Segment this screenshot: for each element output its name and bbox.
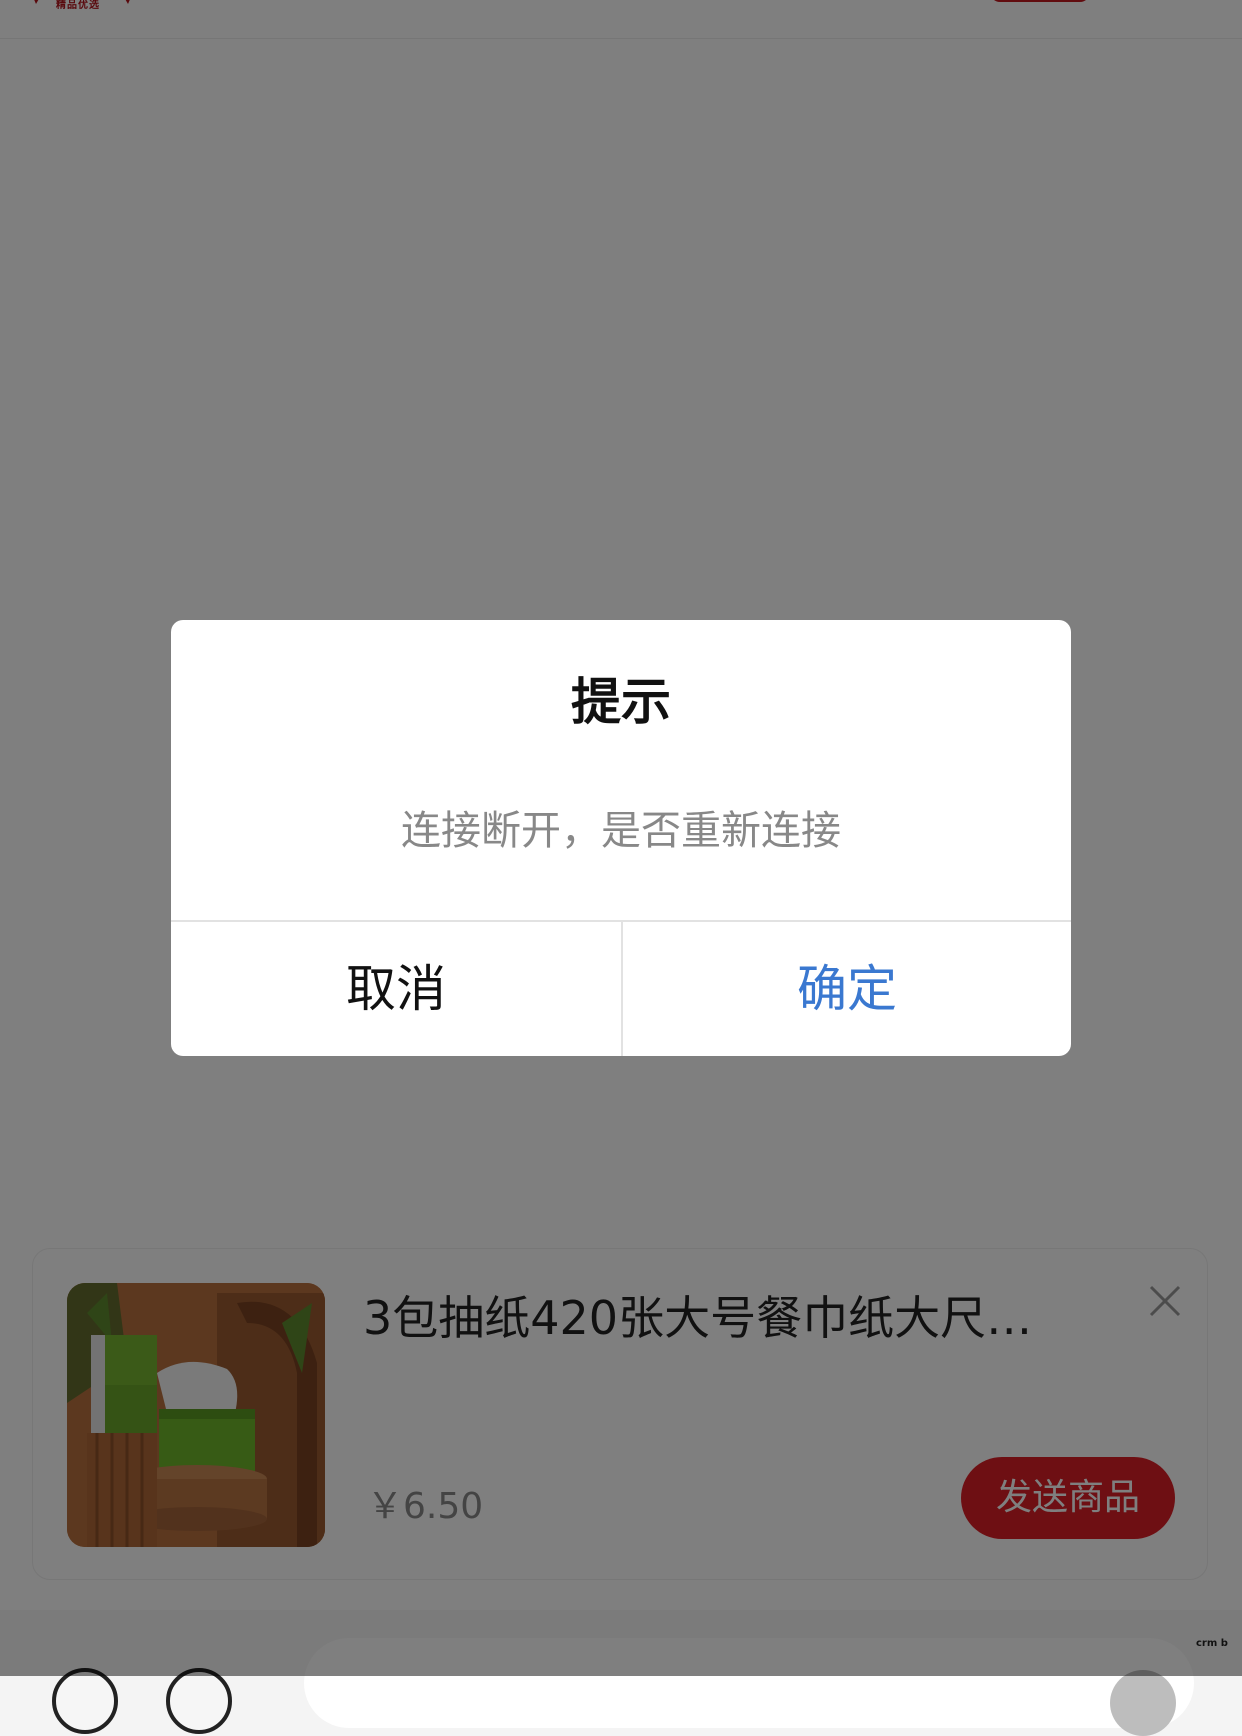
reconnect-dialog: 提示 连接断开，是否重新连接 取消 确定 <box>171 620 1071 1056</box>
confirm-button[interactable]: 确定 <box>623 922 1071 1056</box>
more-plus-icon[interactable] <box>1110 1670 1176 1736</box>
cancel-button[interactable]: 取消 <box>171 922 621 1056</box>
voice-icon[interactable] <box>52 1668 118 1734</box>
dialog-title: 提示 <box>571 673 671 731</box>
watermark-text: crm b <box>1196 1638 1228 1649</box>
emoji-icon[interactable] <box>166 1668 232 1734</box>
dialog-message: 连接断开，是否重新连接 <box>401 808 841 854</box>
